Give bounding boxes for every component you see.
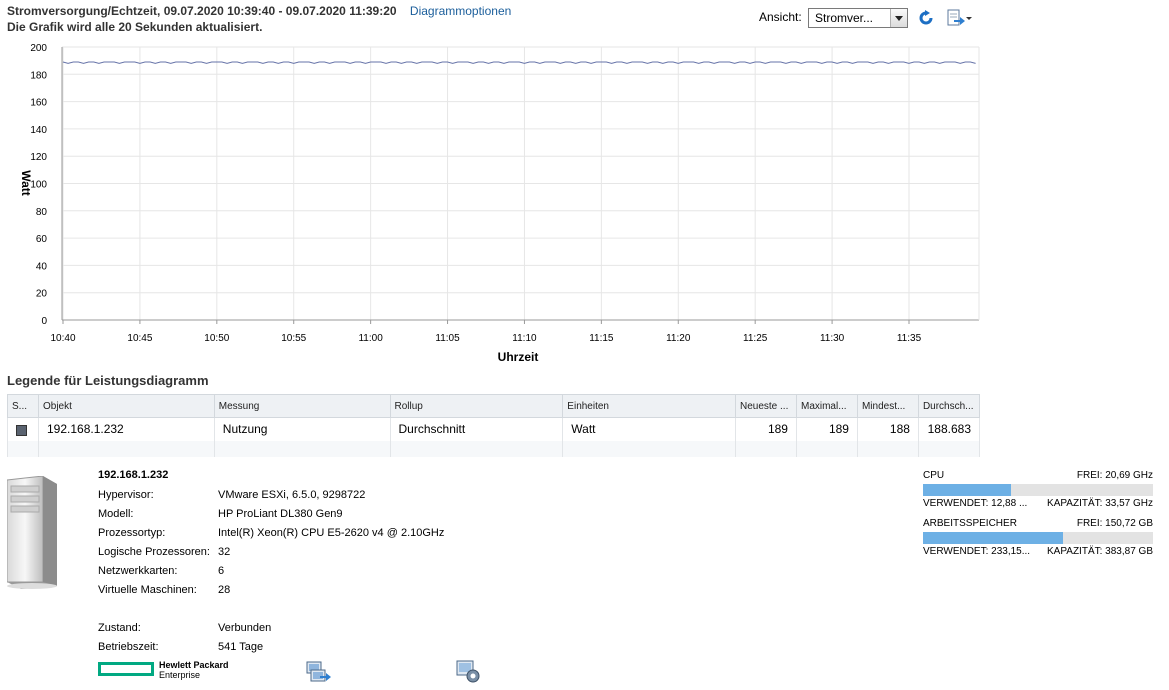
table-row[interactable]: 192.168.1.232 Nutzung Durchschnitt Watt … — [7, 417, 981, 441]
x-tick-label: 11:25 — [743, 333, 768, 344]
host-field-label: Logische Prozessoren: — [98, 546, 210, 558]
resource-free: FREI: 150,72 GB — [1076, 518, 1153, 529]
chart-title: Stromversorgung/Echtzeit, 09.07.2020 10:… — [7, 4, 511, 18]
host-settings-icon[interactable] — [456, 660, 482, 684]
chart-title-text: Stromversorgung/Echtzeit, 09.07.2020 10:… — [7, 4, 350, 18]
col-header-measure[interactable]: Messung — [213, 394, 391, 418]
x-tick-label: 11:15 — [589, 333, 614, 344]
server-tower-icon — [7, 476, 57, 589]
x-axis-label: Uhrzeit — [498, 350, 539, 364]
col-header-units[interactable]: Einheiten — [562, 394, 736, 418]
y-tick-label: 200 — [30, 43, 47, 54]
host-field-value: HP ProLiant DL380 Gen9 — [218, 508, 343, 520]
series-swatch-cell[interactable] — [7, 417, 39, 441]
x-tick-label: 10:40 — [50, 333, 75, 344]
col-header-latest[interactable]: Neueste ... — [735, 394, 797, 418]
host-field-label: Prozessortyp: — [98, 527, 166, 539]
cell-avg: 188.683 — [917, 417, 981, 441]
chart-grid — [62, 46, 979, 321]
refresh-note: Die Grafik wird alle 20 Sekunden aktuali… — [7, 20, 263, 34]
hpe-logo-mark — [98, 662, 154, 676]
y-tick-label: 60 — [36, 234, 48, 245]
col-header-avg[interactable]: Durchsch... — [917, 394, 981, 418]
col-header-status[interactable]: S... — [7, 394, 39, 418]
host-field-value: 28 — [218, 584, 231, 596]
x-tick-label: 11:00 — [358, 333, 383, 344]
host-field-value: Intel(R) Xeon(R) CPU E5-2620 v4 @ 2.10GH… — [218, 527, 445, 539]
y-tick-label: 0 — [41, 316, 47, 327]
cell-latest: 189 — [735, 417, 797, 441]
y-tick-label: 20 — [36, 289, 48, 300]
y-tick-label: 180 — [30, 70, 47, 81]
series-color-swatch — [16, 424, 27, 436]
resource-free: FREI: 20,69 GHz — [1076, 470, 1153, 481]
y-tick-label: 160 — [30, 98, 47, 109]
resource-used: VERWENDET: 12,88 ... — [923, 498, 1028, 509]
resource-usage-fill — [923, 532, 1063, 544]
x-tick-label: 10:50 — [204, 333, 229, 344]
y-axis-label: Watt — [19, 170, 33, 196]
uptime-label: Betriebszeit: — [98, 641, 159, 653]
resource-capacity: KAPAZITÄT: 383,87 GB — [1047, 546, 1153, 557]
resource-usage-bar — [923, 532, 1153, 544]
resource-name: CPU — [923, 470, 945, 481]
resource-usage-bar — [923, 484, 1153, 496]
chevron-down-icon[interactable] — [890, 9, 907, 27]
x-tick-label: 10:45 — [127, 333, 152, 344]
host-field-value: 32 — [218, 546, 231, 558]
view-select[interactable]: Stromver... — [808, 8, 908, 28]
x-tick-label: 11:20 — [666, 333, 691, 344]
uptime-value: 541 Tage — [218, 641, 264, 653]
x-tick-label: 11:05 — [435, 333, 460, 344]
cell-units: Watt — [562, 417, 736, 441]
virtual-machine-action-icon[interactable] — [306, 660, 332, 684]
x-tick-label: 11:35 — [897, 333, 922, 344]
state-label: Zustand: — [98, 622, 141, 634]
resource-meter: CPU FREI: 20,69 GHz VERWENDET: 12,88 ... KA… — [923, 470, 1153, 510]
y-tick-label: 40 — [36, 261, 48, 272]
host-field-value: VMware ESXi, 6.5.0, 9298722 — [218, 489, 366, 501]
state-value: Verbunden — [218, 622, 272, 634]
y-tick-label: 140 — [30, 125, 47, 136]
x-tick-label: 10:55 — [281, 333, 306, 344]
col-header-object[interactable]: Objekt — [37, 394, 215, 418]
col-header-max[interactable]: Maximal... — [795, 394, 858, 418]
col-header-min[interactable]: Mindest... — [856, 394, 919, 418]
resource-name: ARBEITSSPEICHER — [923, 518, 1017, 529]
cell-measure: Nutzung — [213, 417, 391, 441]
resource-usage-fill — [923, 484, 1012, 496]
resource-meter: ARBEITSSPEICHER FREI: 150,72 GB VERWENDET:… — [923, 518, 1153, 558]
host-field-label: Modell: — [98, 508, 134, 520]
cell-max: 189 — [795, 417, 858, 441]
host-name: 192.168.1.232 — [98, 469, 169, 481]
cell-min: 188 — [856, 417, 919, 441]
export-icon[interactable] — [946, 9, 972, 27]
legend-title: Legende für Leistungsdiagramm — [7, 373, 209, 388]
view-label: Ansicht: — [759, 10, 802, 24]
chart-title-end-time: 11:39:20 — [349, 4, 397, 18]
view-select-value: Stromver... — [815, 11, 874, 25]
host-field-label: Virtuelle Maschinen: — [98, 584, 197, 596]
legend-header-row: S... Objekt Messung Rollup Einheiten Neu… — [7, 394, 981, 418]
col-header-rollup[interactable]: Rollup — [389, 394, 564, 418]
host-field-label: Hypervisor: — [98, 489, 154, 501]
resource-capacity: KAPAZITÄT: 33,57 GHz — [1047, 498, 1153, 509]
host-field-label: Netzwerkkarten: — [98, 565, 178, 577]
hpe-logo-line2: Enterprise — [159, 670, 201, 680]
x-tick-label: 11:30 — [820, 333, 845, 344]
legend-table: S... Objekt Messung Rollup Einheiten Neu… — [7, 394, 981, 457]
chart-options-link[interactable]: Diagrammoptionen — [410, 4, 511, 18]
host-field-value: 6 — [218, 565, 225, 577]
refresh-icon[interactable] — [918, 10, 934, 26]
cell-rollup: Durchschnitt — [389, 417, 564, 441]
hpe-logo-line1: Hewlett Packard — [159, 660, 229, 670]
power-line-chart: 02040608010012014016018020010:40 10:45 10:… — [19, 43, 980, 364]
y-tick-label: 80 — [36, 207, 48, 218]
cell-object: 192.168.1.232 — [37, 417, 215, 441]
resource-used: VERWENDET: 233,15... — [923, 546, 1031, 557]
y-tick-label: 120 — [30, 152, 47, 163]
table-row-empty — [7, 440, 981, 457]
x-tick-label: 11:10 — [512, 333, 537, 344]
